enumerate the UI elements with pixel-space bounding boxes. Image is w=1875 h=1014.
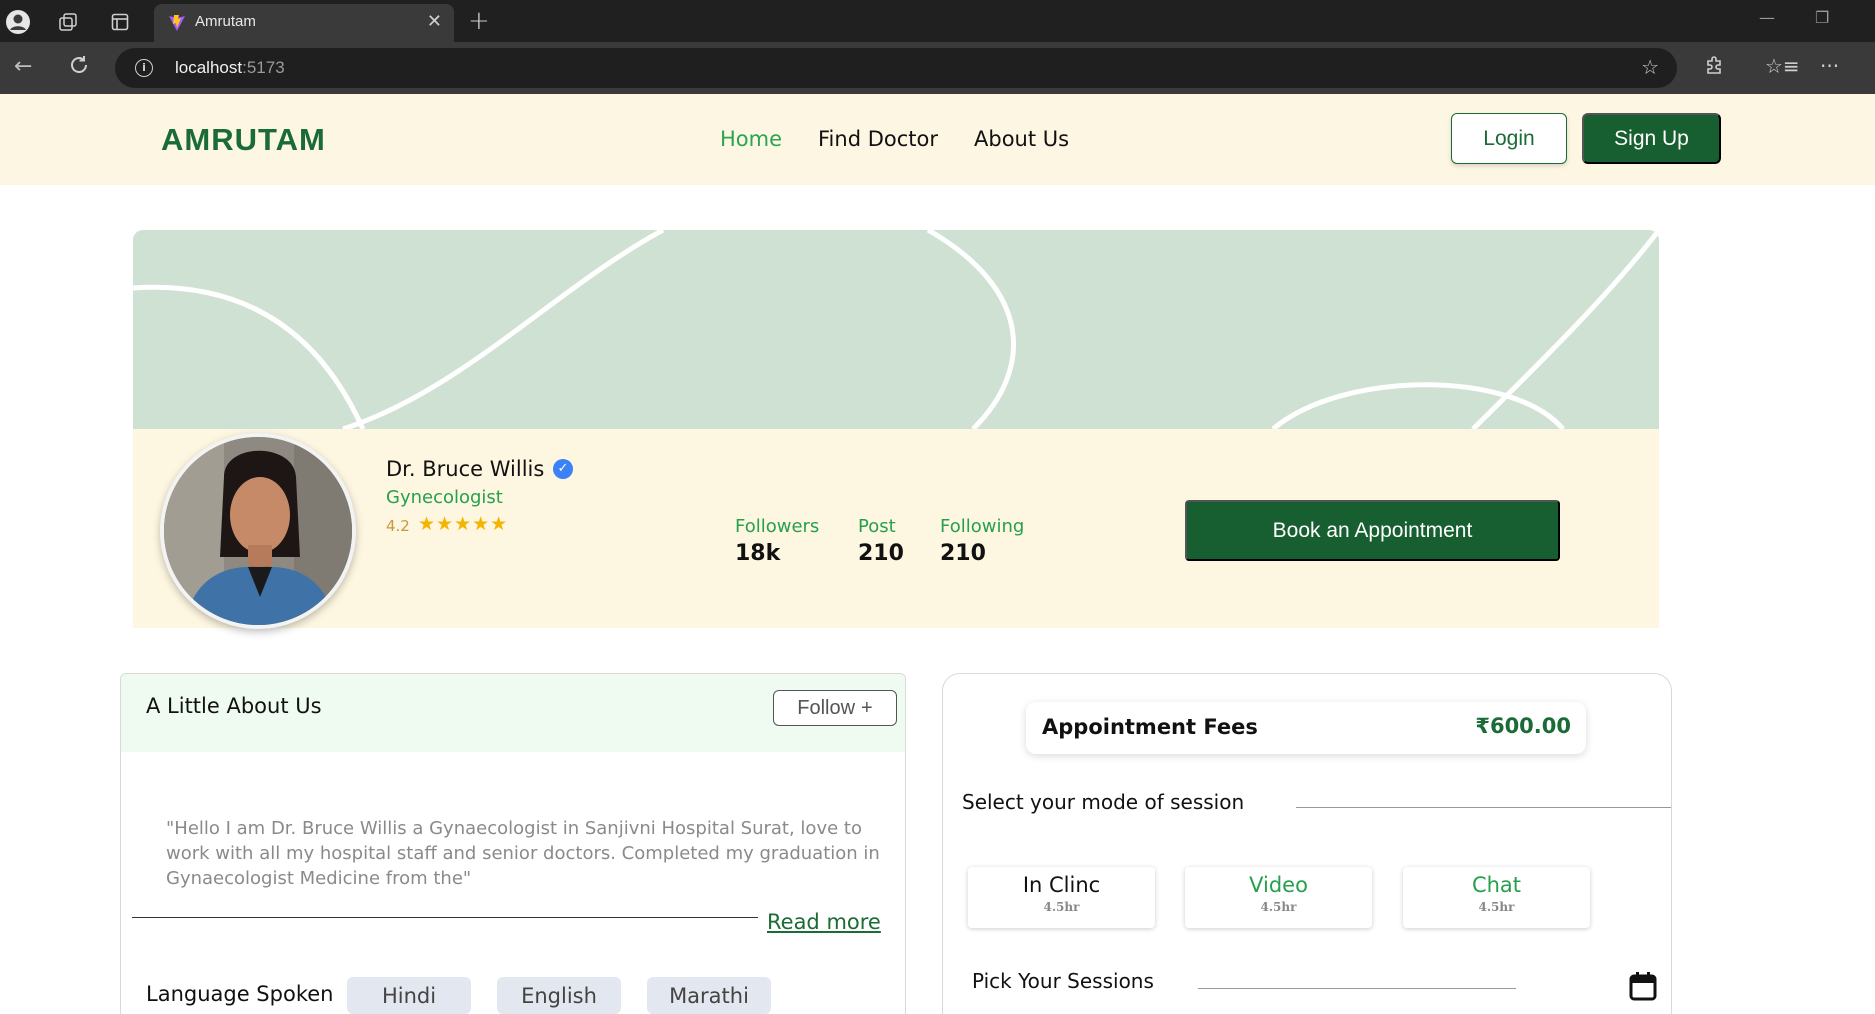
back-icon[interactable]: ← [14, 54, 32, 79]
info-icon[interactable]: i [135, 59, 153, 77]
stat-post-label: Post [858, 516, 896, 537]
star-icon[interactable]: ☆ [1641, 55, 1659, 79]
signup-button[interactable]: Sign Up [1582, 113, 1721, 164]
language-label: Language Spoken [146, 982, 334, 1006]
url-host: localhost [175, 58, 243, 77]
plus-icon: + [861, 696, 873, 719]
booking-card: Appointment Fees ₹600.00 Select your mod… [942, 673, 1672, 1014]
pick-sessions-label: Pick Your Sessions [972, 969, 1154, 993]
doctor-avatar [160, 433, 356, 629]
login-button[interactable]: Login [1451, 113, 1567, 164]
mode-video-button[interactable]: Video 4.5hr [1185, 867, 1372, 928]
about-card-header: A Little About Us Follow + [121, 674, 905, 752]
url-port: :5173 [242, 58, 285, 77]
workspaces-icon[interactable] [55, 9, 81, 35]
vite-logo-icon [169, 15, 185, 31]
about-title: A Little About Us [146, 694, 322, 718]
divider [1198, 988, 1516, 989]
follow-button[interactable]: Follow + [773, 690, 897, 726]
refresh-icon[interactable] [68, 54, 90, 82]
rating-stars-icon: ★★★★★ [418, 513, 509, 535]
site-header: AMRUTAM Home Find Doctor About Us Login … [0, 94, 1875, 185]
book-appointment-button[interactable]: Book an Appointment [1185, 500, 1560, 561]
browser-tab[interactable]: Amrutam ✕ [154, 4, 454, 42]
mode-name: In Clinc [1022, 873, 1101, 897]
profile-icon[interactable] [5, 9, 31, 35]
divider [132, 917, 758, 918]
stat-following-value: 210 [940, 541, 986, 566]
extensions-icon[interactable] [1704, 54, 1726, 81]
plus-icon[interactable]: + [468, 6, 490, 36]
fees-label: Appointment Fees [1042, 715, 1258, 739]
stat-followers-label: Followers [735, 516, 820, 537]
fees-value: ₹600.00 [1475, 714, 1571, 738]
minimize-icon[interactable]: — [1759, 8, 1775, 27]
site-logo[interactable]: AMRUTAM [161, 122, 326, 158]
rating-value: 4.2 [386, 517, 410, 535]
more-icon[interactable]: ··· [1820, 54, 1839, 78]
session-mode-label: Select your mode of session [962, 790, 1245, 814]
doctor-name: Dr. Bruce Willis [386, 457, 545, 481]
mode-chat-button[interactable]: Chat 4.5hr [1403, 867, 1590, 928]
tab-title: Amrutam [195, 13, 256, 30]
language-chip-marathi: Marathi [647, 977, 771, 1014]
stat-following-label: Following [940, 516, 1025, 537]
profile-cover-banner [133, 230, 1659, 429]
language-chip-english: English [497, 977, 621, 1014]
about-card: A Little About Us Follow + "Hello I am D… [120, 673, 906, 1014]
favorites-icon[interactable]: ☆≡ [1765, 54, 1800, 78]
tab-actions-icon[interactable] [107, 9, 133, 35]
nav-home[interactable]: Home [720, 127, 782, 151]
restore-icon[interactable]: ❐ [1815, 8, 1829, 27]
close-icon[interactable]: ✕ [427, 11, 442, 32]
read-more-link[interactable]: Read more [767, 910, 881, 934]
verified-icon: ✓ [553, 459, 573, 479]
mode-duration: 4.5hr [1478, 900, 1515, 914]
browser-tab-bar: Amrutam ✕ + — ❐ [0, 0, 1875, 42]
calendar-icon[interactable] [1629, 971, 1657, 1001]
mode-in-clinic-button[interactable]: In Clinc 4.5hr [968, 867, 1155, 928]
cover-decorative-lines [133, 230, 1659, 429]
mode-duration: 4.5hr [1260, 900, 1297, 914]
mode-duration: 4.5hr [1043, 900, 1080, 914]
nav-find-doctor[interactable]: Find Doctor [818, 127, 938, 151]
mode-name: Video [1249, 873, 1308, 897]
stat-followers-value: 18k [735, 541, 781, 566]
appointment-fees-box: Appointment Fees ₹600.00 [1026, 702, 1586, 754]
follow-label: Follow [797, 696, 856, 719]
about-description: "Hello I am Dr. Bruce Willis a Gynaecolo… [166, 818, 880, 889]
mode-name: Chat [1471, 873, 1522, 897]
nav-about-us[interactable]: About Us [974, 127, 1069, 151]
divider [1296, 807, 1671, 808]
language-chip-hindi: Hindi [347, 977, 471, 1014]
stat-post-value: 210 [858, 541, 904, 566]
url-field[interactable]: i localhost:5173 ☆ [115, 48, 1677, 88]
browser-address-bar: ← i localhost:5173 ☆ ☆≡ ··· [0, 42, 1875, 94]
doctor-specialty: Gynecologist [386, 487, 503, 508]
